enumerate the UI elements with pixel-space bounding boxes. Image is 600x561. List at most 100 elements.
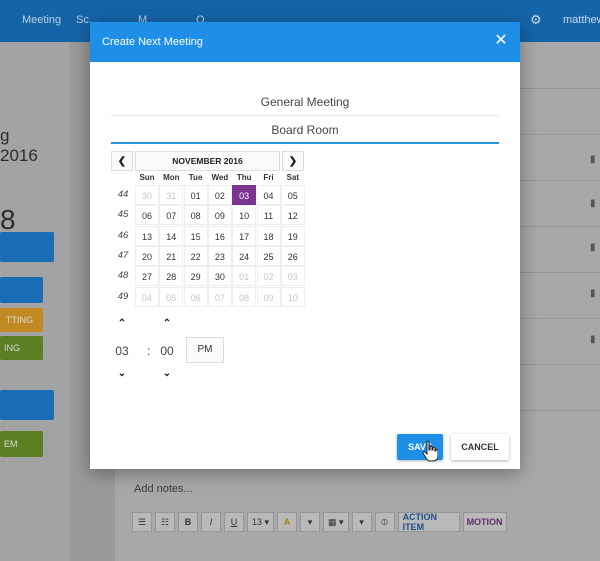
calendar-day[interactable]: 30	[207, 266, 232, 287]
month-label[interactable]: NOVEMBER 2016	[135, 151, 280, 171]
minute-down-icon[interactable]: ⌄	[158, 368, 176, 382]
calendar-day[interactable]: 22	[183, 245, 208, 266]
dialog-header: Create Next Meeting ✕	[90, 22, 520, 62]
font-size-select[interactable]: 13 ▾	[247, 512, 275, 532]
calendar-day[interactable]: 05	[280, 185, 305, 205]
calendar-day[interactable]: 02	[256, 266, 281, 287]
calendar-day[interactable]: 30	[135, 185, 159, 205]
calendar-day[interactable]: 09	[256, 286, 281, 307]
calendar-day[interactable]: 12	[280, 205, 305, 226]
underline-button[interactable]: U	[224, 512, 244, 532]
calendar-day[interactable]: 13	[135, 225, 159, 246]
left-panel-button[interactable]	[0, 277, 43, 303]
date-picker: ❮ NOVEMBER 2016 ❯ Sun Mon Tue Wed Thu Fri Sat 4…	[111, 151, 307, 307]
hour-up-icon[interactable]: ⌃	[113, 318, 131, 332]
more-options-button[interactable]: ▾	[351, 512, 372, 532]
calendar-day[interactable]: 10	[280, 286, 305, 307]
week-number: 44	[117, 189, 129, 200]
list-divider	[520, 134, 600, 135]
create-next-meeting-dialog: Create Next Meeting ✕ General Meeting Bo…	[90, 22, 520, 469]
previous-month-button[interactable]: ❮	[111, 151, 133, 171]
bold-button[interactable]: B	[178, 512, 198, 532]
trash-icon[interactable]: ▮	[590, 288, 596, 299]
notes-placeholder[interactable]: Add notes...	[134, 483, 193, 495]
calendar-day[interactable]: 10	[232, 205, 257, 226]
weekday-label: Sun	[139, 173, 155, 182]
left-panel-text: g	[0, 126, 10, 145]
cancel-button[interactable]: CANCEL	[451, 434, 509, 460]
calendar-day[interactable]: 07	[159, 205, 184, 226]
calendar-day[interactable]: 07	[207, 286, 232, 307]
close-icon[interactable]: ✕	[492, 32, 510, 50]
calendar-day[interactable]: 15	[183, 225, 208, 246]
calendar-day[interactable]: 01	[232, 266, 257, 287]
calendar-day[interactable]: 25	[256, 245, 281, 266]
numbered-list-button[interactable]: ☷	[155, 512, 175, 532]
editor-toolbar: ☰ ☷ B I U 13 ▾ A ▾ ▦ ▾ ▾ ⦶ ACTION ITEM M…	[132, 512, 507, 532]
calendar-day[interactable]: 06	[183, 286, 208, 307]
calendar-day[interactable]: 16	[207, 225, 232, 246]
hour-down-icon[interactable]: ⌄	[113, 368, 131, 382]
minute-field[interactable]: 00	[156, 344, 178, 358]
user-menu[interactable]: matthew	[563, 14, 600, 26]
calendar-day[interactable]: 29	[183, 266, 208, 287]
calendar-day[interactable]: 08	[183, 205, 208, 226]
calendar-day[interactable]: 17	[232, 225, 257, 246]
calendar-day[interactable]: 31	[159, 185, 184, 205]
table-button[interactable]: ▦ ▾	[323, 512, 349, 532]
trash-icon[interactable]: ▮	[590, 198, 596, 209]
calendar-day[interactable]: 04	[256, 185, 281, 205]
dialog-title: Create Next Meeting	[102, 36, 203, 48]
calendar-day[interactable]: 19	[280, 225, 305, 246]
hour-field[interactable]: 03	[111, 344, 133, 358]
calendar-day[interactable]: 03	[280, 266, 305, 287]
font-color-button[interactable]: A	[277, 512, 298, 532]
attach-icon[interactable]: ⦶	[374, 512, 395, 532]
nav-meeting[interactable]: Meeting	[22, 14, 61, 26]
left-panel: g 2016 8 TTING ING EM	[0, 42, 70, 561]
trash-icon[interactable]: ▮	[590, 154, 596, 165]
weekday-label: Thu	[236, 173, 252, 182]
left-panel-banner-2	[0, 390, 54, 420]
left-panel-green-button-2[interactable]: EM	[0, 431, 43, 457]
calendar-day[interactable]: 09	[207, 205, 232, 226]
left-panel-orange-button[interactable]: TTING	[0, 308, 43, 332]
calendar-day[interactable]: 06	[135, 205, 159, 226]
left-panel-green-label-2: EM	[4, 439, 18, 449]
list-divider	[520, 318, 600, 319]
italic-button[interactable]: I	[201, 512, 221, 532]
action-item-button[interactable]: ACTION ITEM	[397, 512, 460, 532]
meeting-name-field[interactable]: General Meeting	[111, 90, 499, 116]
bulleted-list-button[interactable]: ☰	[132, 512, 152, 532]
calendar-day[interactable]: 04	[135, 286, 159, 307]
calendar-day[interactable]: 05	[159, 286, 184, 307]
minute-up-icon[interactable]: ⌃	[158, 318, 176, 332]
calendar-day[interactable]: 20	[135, 245, 159, 266]
next-month-button[interactable]: ❯	[282, 151, 304, 171]
calendar-day[interactable]: 28	[159, 266, 184, 287]
calendar-day[interactable]: 08	[232, 286, 257, 307]
gear-icon[interactable]: ⚙	[530, 12, 542, 28]
calendar-day[interactable]: 26	[280, 245, 305, 266]
calendar-day[interactable]: 11	[256, 205, 281, 226]
selected-day[interactable]: 03	[232, 185, 257, 205]
motion-button[interactable]: MOTION	[462, 512, 507, 532]
location-field[interactable]: Board Room	[111, 118, 499, 144]
trash-icon[interactable]: ▮	[590, 242, 596, 253]
time-picker: ⌃ ⌃ 03 : 00 PM ⌄ ⌄	[111, 316, 231, 386]
calendar-day[interactable]: 24	[232, 245, 257, 266]
list-divider	[520, 364, 600, 365]
calendar-day[interactable]: 27	[135, 266, 159, 287]
calendar-day[interactable]: 23	[207, 245, 232, 266]
trash-icon[interactable]: ▮	[590, 334, 596, 345]
time-separator: :	[147, 344, 151, 358]
calendar-day[interactable]: 21	[159, 245, 184, 266]
calendar-day[interactable]: 14	[159, 225, 184, 246]
calendar-day[interactable]: 02	[207, 185, 232, 205]
font-color-caret[interactable]: ▾	[300, 512, 321, 532]
calendar-day[interactable]: 01	[183, 185, 208, 205]
left-panel-green-button[interactable]: ING	[0, 336, 43, 360]
am-pm-toggle[interactable]: PM	[186, 337, 224, 363]
weekday-label: Wed	[211, 173, 229, 182]
calendar-day[interactable]: 18	[256, 225, 281, 246]
